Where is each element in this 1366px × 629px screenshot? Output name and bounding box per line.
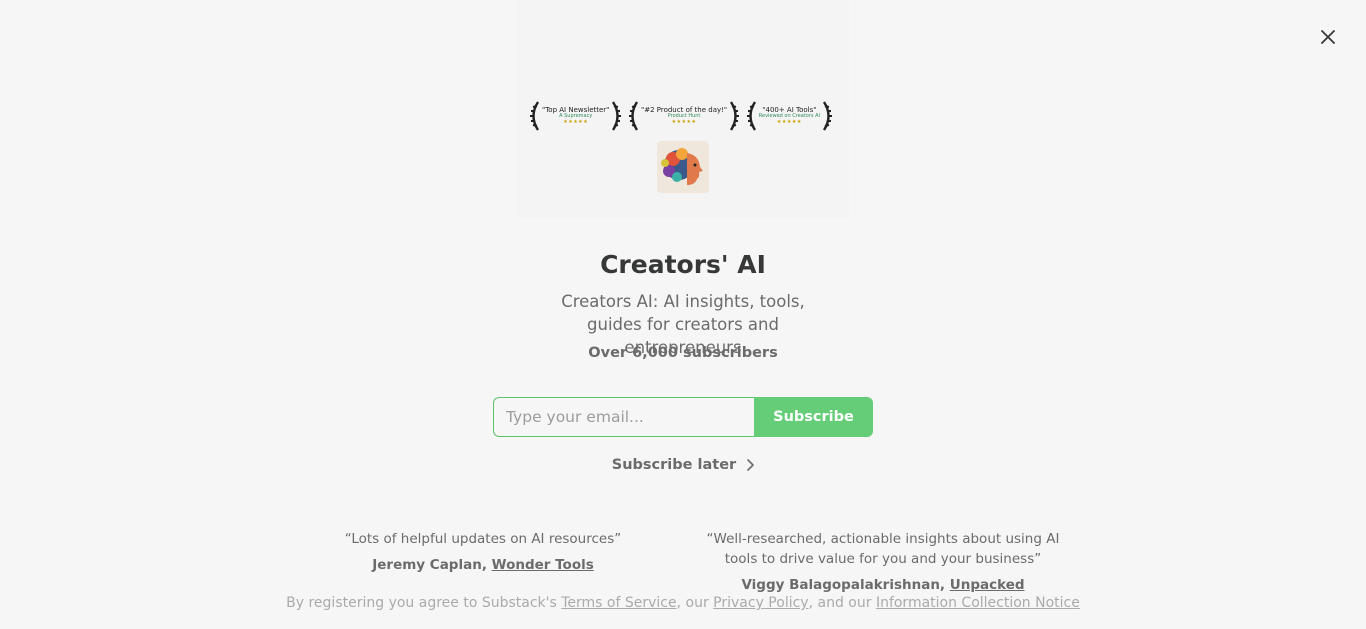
publication-title: Creators' AI: [600, 250, 766, 279]
chevron-right-icon: [747, 459, 755, 471]
close-button[interactable]: [1316, 25, 1340, 49]
privacy-link[interactable]: Privacy Policy: [713, 595, 808, 611]
testimonial-author: Viggy Balagopalakrishnan, Unpacked: [690, 577, 1076, 593]
laurel-left-icon: [629, 101, 639, 131]
collection-notice-link[interactable]: Information Collection Notice: [876, 595, 1080, 611]
legal-separator: , our: [676, 595, 714, 611]
laurel-left-icon: [530, 101, 540, 131]
email-input[interactable]: [493, 397, 754, 437]
testimonial-publication-link[interactable]: Wonder Tools: [492, 557, 594, 573]
subscribe-button[interactable]: Subscribe: [754, 397, 873, 437]
laurel-right-icon: [730, 101, 740, 131]
testimonial-author-name: Viggy Balagopalakrishnan,: [741, 577, 950, 593]
award-laurel: "Top AI Newsletter" A Supremacy ★★★★★: [528, 98, 623, 134]
testimonial-quote: “Well-researched, actionable insights ab…: [706, 531, 1060, 567]
award-laurel: "400+ AI Tools" Reviewed on Creators AI …: [745, 98, 834, 134]
testimonial-publication-link[interactable]: Unpacked: [950, 577, 1025, 593]
terms-link[interactable]: Terms of Service: [561, 595, 676, 611]
subscriber-count: Over 6,000 subscribers: [588, 345, 778, 361]
testimonial: “Lots of helpful updates on AI resources…: [330, 529, 636, 573]
legal-notice: By registering you agree to Substack's T…: [0, 595, 1366, 611]
legal-prefix: By registering you agree to Substack's: [286, 595, 562, 611]
award-laurel: "#2 Product of the day!" Product Hunt ★★…: [627, 98, 741, 134]
testimonial: “Well-researched, actionable insights ab…: [690, 529, 1076, 593]
testimonial-author-name: Jeremy Caplan,: [372, 557, 492, 573]
legal-separator: , and our: [808, 595, 876, 611]
subscribe-later-button[interactable]: Subscribe later: [0, 457, 1366, 473]
award-laurels: "Top AI Newsletter" A Supremacy ★★★★★ "#…: [528, 98, 834, 134]
publication-logo: [657, 141, 709, 193]
close-icon: [1321, 30, 1335, 44]
testimonial-author: Jeremy Caplan, Wonder Tools: [330, 557, 636, 573]
award-stars: ★★★★★: [563, 118, 589, 125]
testimonial-quote: “Lots of helpful updates on AI resources…: [344, 531, 622, 547]
laurel-right-icon: [822, 101, 832, 131]
subscribe-form: Subscribe: [493, 397, 873, 437]
award-stars: ★★★★★: [671, 118, 697, 125]
laurel-left-icon: [746, 101, 756, 131]
award-stars: ★★★★★: [776, 118, 802, 125]
laurel-right-icon: [612, 101, 622, 131]
subscribe-later-label: Subscribe later: [611, 457, 737, 473]
